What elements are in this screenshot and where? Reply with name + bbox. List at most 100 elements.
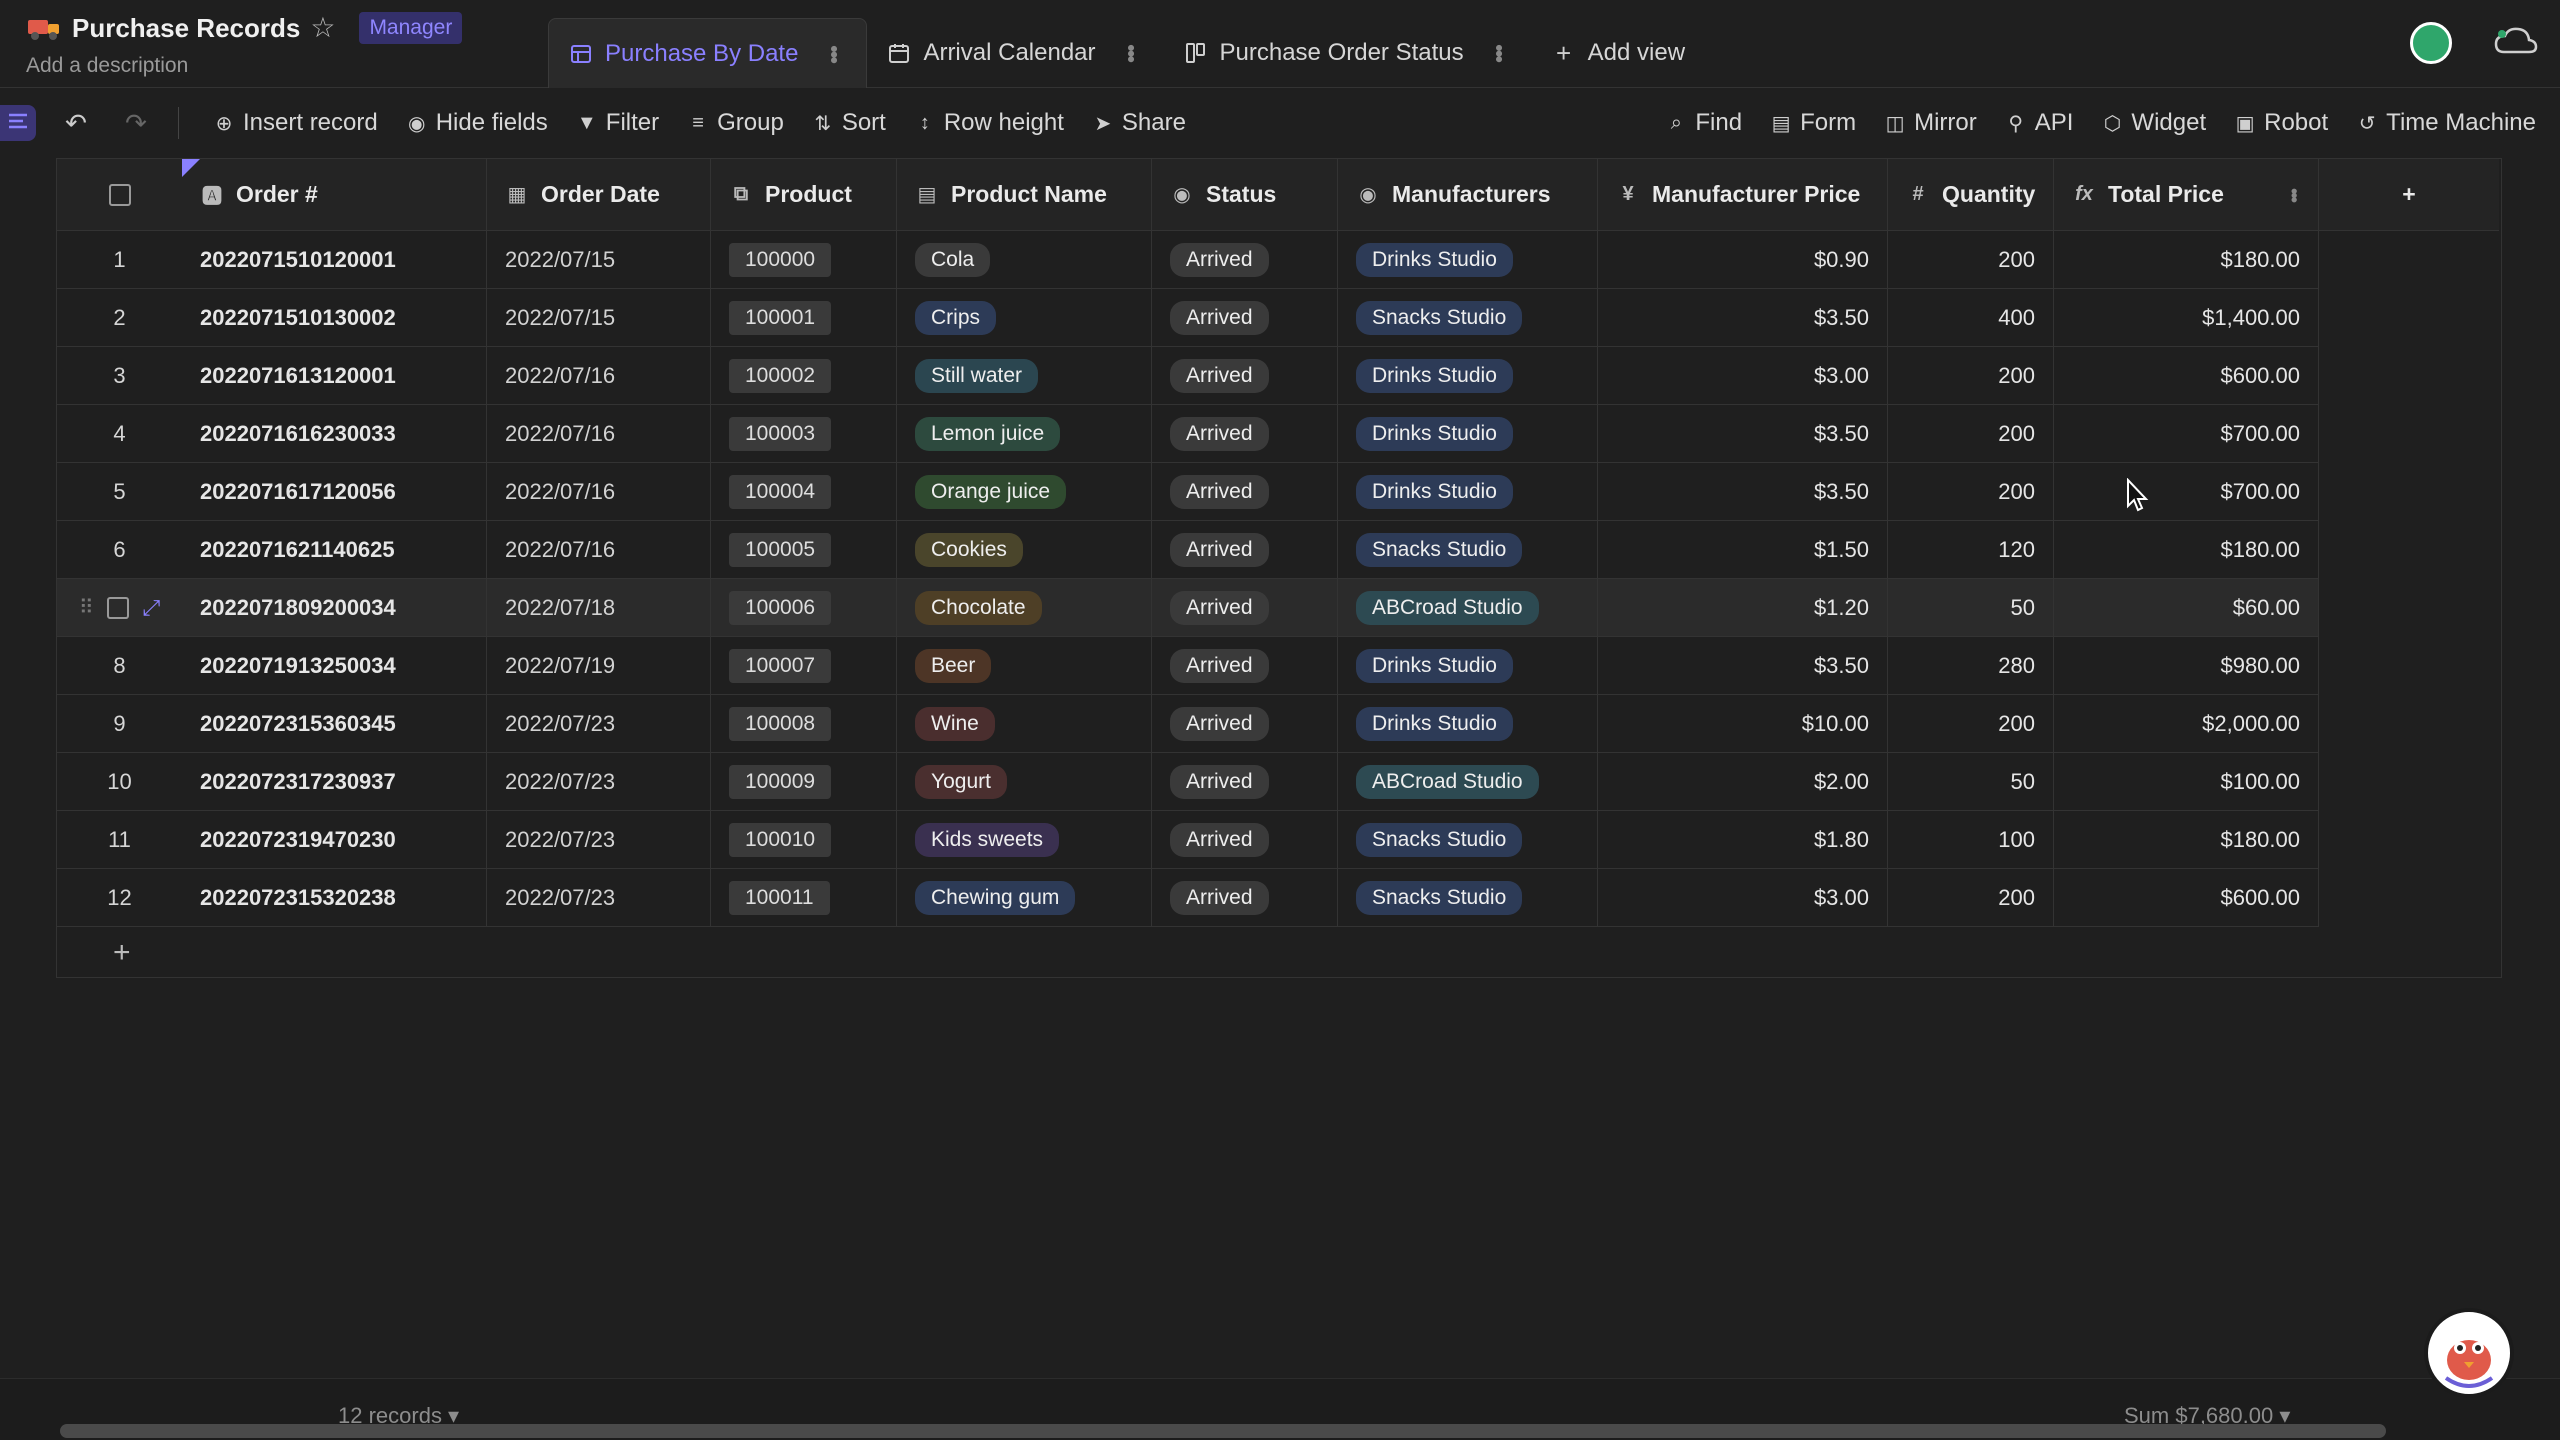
column-header-quantity[interactable]: # Quantity: [1888, 159, 2054, 230]
status-cell[interactable]: Arrived: [1152, 231, 1338, 288]
total-price-cell[interactable]: $100.00: [2054, 753, 2319, 810]
total-price-cell[interactable]: $700.00: [2054, 463, 2319, 520]
total-price-cell[interactable]: $180.00: [2054, 521, 2319, 578]
manufacturer-cell[interactable]: Drinks Studio: [1338, 637, 1598, 694]
order-date-cell[interactable]: 2022/07/16: [487, 347, 711, 404]
product-name-cell[interactable]: Crips: [897, 289, 1152, 346]
row-checkbox[interactable]: [106, 596, 129, 619]
product-name-cell[interactable]: Still water: [897, 347, 1152, 404]
status-cell[interactable]: Arrived: [1152, 869, 1338, 926]
order-number-cell[interactable]: 2022071913250034: [182, 637, 487, 694]
row-index-cell[interactable]: 12: [57, 869, 182, 926]
manufacturer-price-cell[interactable]: $3.50: [1598, 463, 1888, 520]
status-cell[interactable]: Arrived: [1152, 521, 1338, 578]
status-cell[interactable]: Arrived: [1152, 579, 1338, 636]
order-date-cell[interactable]: 2022/07/18: [487, 579, 711, 636]
table-row[interactable]: 12 2022072315320238 2022/07/23 100011 Chewin…: [57, 869, 2319, 927]
quantity-cell[interactable]: 280: [1888, 637, 2054, 694]
redo-button[interactable]: ↷: [116, 103, 156, 143]
find-button[interactable]: ⌕ Find: [1651, 99, 1756, 147]
manufacturer-price-cell[interactable]: $1.20: [1598, 579, 1888, 636]
manufacturer-cell[interactable]: Drinks Studio: [1338, 405, 1598, 462]
expand-record-icon[interactable]: ⤢: [143, 595, 161, 621]
table-row[interactable]: 1 2022071510120001 2022/07/15 100000 Cola Arr…: [57, 231, 2319, 289]
order-number-cell[interactable]: 2022072317230937: [182, 753, 487, 810]
order-number-cell[interactable]: 2022071621140625: [182, 521, 487, 578]
total-price-cell[interactable]: $700.00: [2054, 405, 2319, 462]
table-row[interactable]: 9 2022072315360345 2022/07/23 100008 Wine Arr…: [57, 695, 2319, 753]
product-name-cell[interactable]: Chocolate: [897, 579, 1152, 636]
sidebar-toggle-button[interactable]: [0, 105, 36, 141]
product-cell[interactable]: 100011: [711, 869, 897, 926]
quantity-cell[interactable]: 120: [1888, 521, 2054, 578]
undo-button[interactable]: ↶: [56, 103, 96, 143]
table-row[interactable]: ⠿ ⤢ 2022071809200034 2022/07/18 100006 Chocol…: [57, 579, 2319, 637]
more-icon[interactable]: •••: [820, 45, 846, 62]
total-price-cell[interactable]: $60.00: [2054, 579, 2319, 636]
row-index-cell[interactable]: 1: [57, 231, 182, 288]
order-date-cell[interactable]: 2022/07/23: [487, 695, 711, 752]
total-price-cell[interactable]: $980.00: [2054, 637, 2319, 694]
order-date-cell[interactable]: 2022/07/19: [487, 637, 711, 694]
product-name-cell[interactable]: Wine: [897, 695, 1152, 752]
product-cell[interactable]: 100005: [711, 521, 897, 578]
product-cell[interactable]: 100001: [711, 289, 897, 346]
status-cell[interactable]: Arrived: [1152, 753, 1338, 810]
table-row[interactable]: 6 2022071621140625 2022/07/16 100005 Cookies…: [57, 521, 2319, 579]
tab-arrival-calendar[interactable]: Arrival Calendar •••: [867, 18, 1163, 88]
add-column-button[interactable]: +: [2319, 159, 2499, 230]
table-row[interactable]: 2 2022071510130002 2022/07/15 100001 Crips Ar…: [57, 289, 2319, 347]
product-name-cell[interactable]: Kids sweets: [897, 811, 1152, 868]
manufacturer-cell[interactable]: Drinks Studio: [1338, 695, 1598, 752]
insert-record-button[interactable]: ⊕ Insert record: [199, 99, 392, 147]
column-header-product-name[interactable]: ▤ Product Name: [897, 159, 1152, 230]
table-row[interactable]: 4 2022071616230033 2022/07/16 100003 Lemon j…: [57, 405, 2319, 463]
product-cell[interactable]: 100004: [711, 463, 897, 520]
more-icon[interactable]: •••: [1118, 44, 1144, 61]
quantity-cell[interactable]: 200: [1888, 869, 2054, 926]
status-cell[interactable]: Arrived: [1152, 811, 1338, 868]
manufacturer-cell[interactable]: ABCroad Studio: [1338, 753, 1598, 810]
order-date-cell[interactable]: 2022/07/15: [487, 231, 711, 288]
order-number-cell[interactable]: 2022071616230033: [182, 405, 487, 462]
status-cell[interactable]: Arrived: [1152, 347, 1338, 404]
product-name-cell[interactable]: Cookies: [897, 521, 1152, 578]
order-number-cell[interactable]: 2022071510120001: [182, 231, 487, 288]
row-index-cell[interactable]: 10: [57, 753, 182, 810]
datasheet-title[interactable]: Purchase Records: [72, 13, 300, 44]
order-number-cell[interactable]: 2022072315360345: [182, 695, 487, 752]
robot-button[interactable]: ▣ Robot: [2220, 99, 2342, 147]
order-date-cell[interactable]: 2022/07/23: [487, 811, 711, 868]
form-button[interactable]: ▤ Form: [1756, 99, 1870, 147]
total-price-cell[interactable]: $180.00: [2054, 231, 2319, 288]
quantity-cell[interactable]: 200: [1888, 231, 2054, 288]
time-machine-button[interactable]: ↺ Time Machine: [2342, 99, 2550, 147]
status-cell[interactable]: Arrived: [1152, 463, 1338, 520]
order-number-cell[interactable]: 2022071613120001: [182, 347, 487, 404]
status-cell[interactable]: Arrived: [1152, 405, 1338, 462]
order-date-cell[interactable]: 2022/07/23: [487, 753, 711, 810]
table-row[interactable]: 5 2022071617120056 2022/07/16 100004 Orange …: [57, 463, 2319, 521]
table-row[interactable]: 8 2022071913250034 2022/07/19 100007 Beer Arr…: [57, 637, 2319, 695]
order-date-cell[interactable]: 2022/07/23: [487, 869, 711, 926]
column-header-total-price[interactable]: fx Total Price •••: [2054, 159, 2319, 230]
product-cell[interactable]: 100009: [711, 753, 897, 810]
manufacturer-cell[interactable]: Snacks Studio: [1338, 869, 1598, 926]
group-button[interactable]: ≡ Group: [673, 99, 798, 147]
order-date-cell[interactable]: 2022/07/16: [487, 405, 711, 462]
column-header-order-date[interactable]: ▦ Order Date: [487, 159, 711, 230]
table-row[interactable]: 10 2022072317230937 2022/07/23 100009 Yogurt…: [57, 753, 2319, 811]
row-index-cell[interactable]: 2: [57, 289, 182, 346]
row-index-cell[interactable]: 5: [57, 463, 182, 520]
product-cell[interactable]: 100007: [711, 637, 897, 694]
order-number-cell[interactable]: 2022071809200034: [182, 579, 487, 636]
column-header-product[interactable]: ⧉ Product: [711, 159, 897, 230]
table-row[interactable]: 11 2022072319470230 2022/07/23 100010 Kids s…: [57, 811, 2319, 869]
api-button[interactable]: ⚲ API: [1991, 99, 2088, 147]
manufacturer-cell[interactable]: Drinks Studio: [1338, 347, 1598, 404]
total-price-cell[interactable]: $600.00: [2054, 347, 2319, 404]
total-price-cell[interactable]: $600.00: [2054, 869, 2319, 926]
quantity-cell[interactable]: 200: [1888, 347, 2054, 404]
add-row-button[interactable]: +: [57, 927, 2377, 979]
total-price-cell[interactable]: $2,000.00: [2054, 695, 2319, 752]
